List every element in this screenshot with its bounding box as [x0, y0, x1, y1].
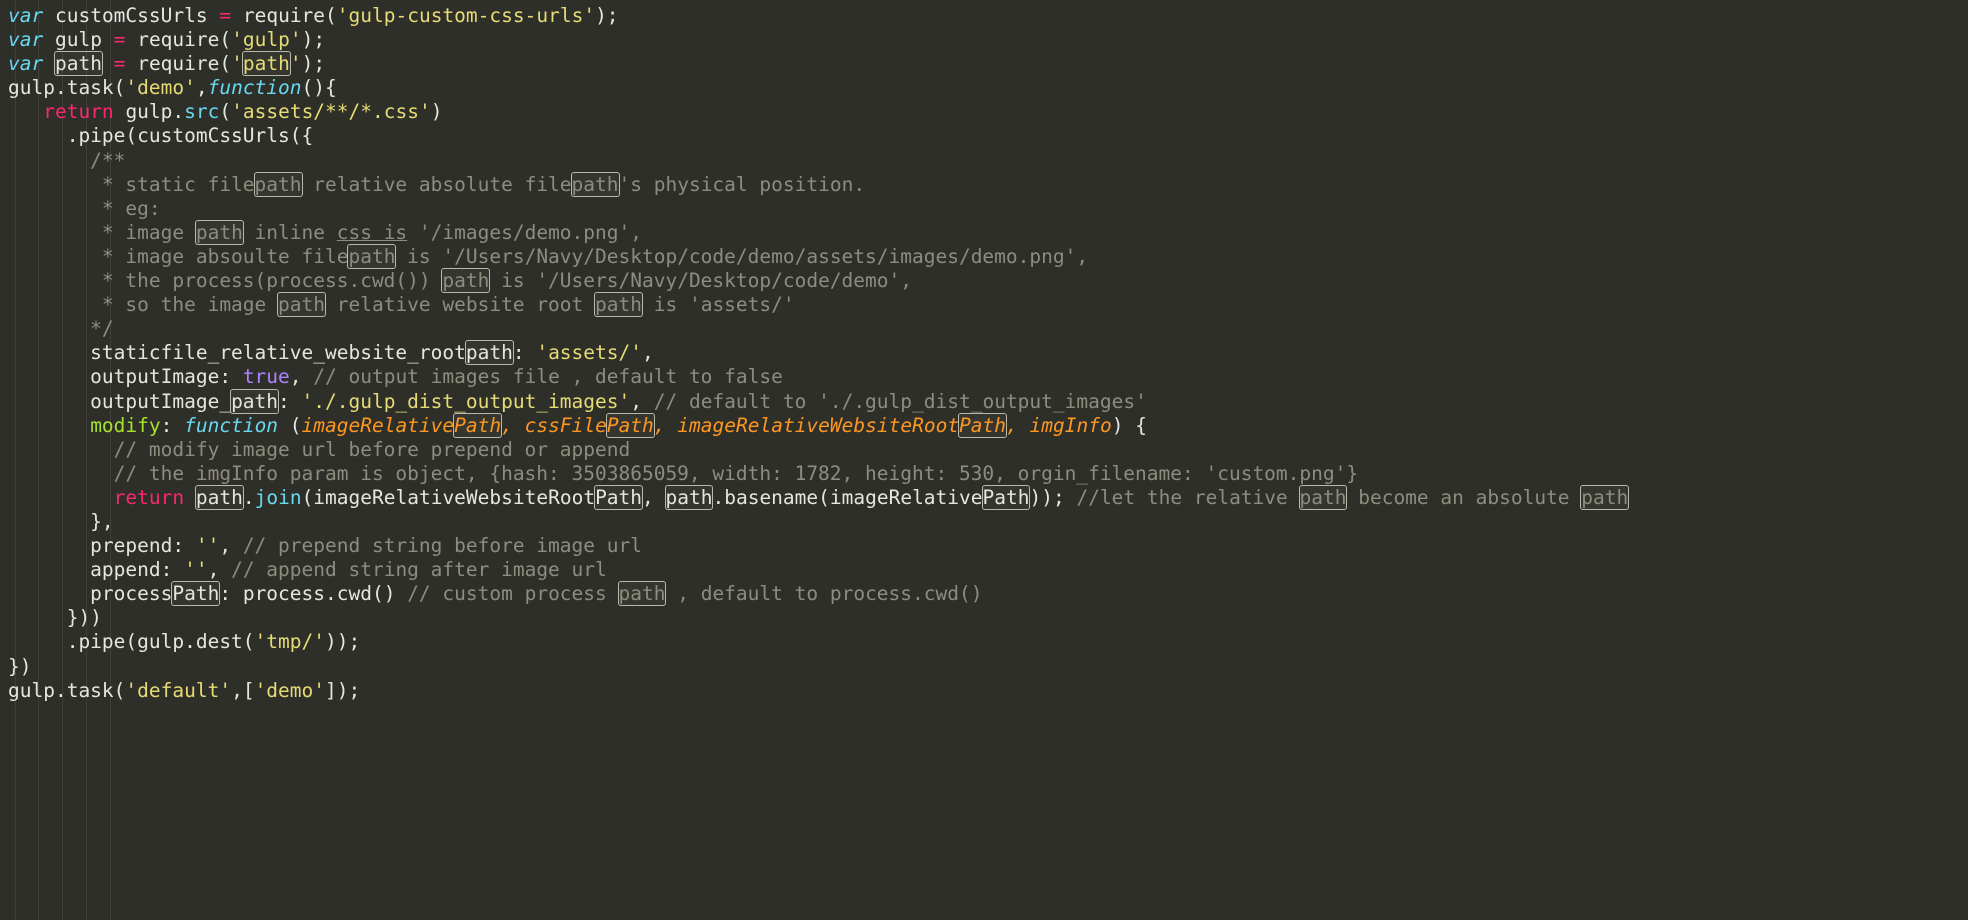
code-line[interactable]: gulp.task('default',['demo']); — [8, 679, 1968, 703]
word-occurrence-highlight: Path — [606, 413, 654, 437]
code-line[interactable]: * so the image path relative website roo… — [8, 293, 1968, 317]
code-line[interactable]: gulp.task('demo',function(){ — [8, 76, 1968, 100]
word-occurrence-highlight: path — [254, 172, 302, 196]
code-line[interactable]: prepend: '', // prepend string before im… — [8, 534, 1968, 558]
word-occurrence-highlight: path — [595, 293, 642, 317]
code-line[interactable]: }) — [8, 655, 1968, 679]
code-line[interactable]: .pipe(customCssUrls({ — [8, 124, 1968, 148]
code-line[interactable]: staticfile_relative_website_rootpath: 'a… — [8, 341, 1968, 365]
code-line[interactable]: * image path inline css is '/images/demo… — [8, 220, 1968, 245]
word-occurrence-highlight: Path — [595, 485, 643, 509]
code-line[interactable]: var gulp = require('gulp'); — [8, 28, 1968, 52]
code-line[interactable]: // modify image url before prepend or ap… — [8, 438, 1968, 462]
code-line[interactable]: outputImage_path: './.gulp_dist_output_i… — [8, 389, 1968, 414]
word-occurrence-highlight: Path — [172, 582, 220, 606]
code-line[interactable]: })) — [8, 606, 1968, 630]
word-occurrence-highlight: path — [1299, 485, 1347, 509]
code-editor-pane[interactable]: var customCssUrls = require('gulp-custom… — [0, 0, 1968, 920]
word-occurrence-highlight: path — [54, 52, 102, 76]
word-occurrence-highlight: Path — [959, 413, 1007, 437]
code-line[interactable]: * image absoulte filepath is '/Users/Nav… — [8, 244, 1968, 269]
code-line[interactable]: processPath: process.cwd() // custom pro… — [8, 582, 1968, 606]
source-code[interactable]: var customCssUrls = require('gulp-custom… — [0, 0, 1968, 703]
code-line[interactable]: return path.join(imageRelativeWebsiteRoo… — [8, 485, 1968, 510]
code-line[interactable]: */ — [8, 317, 1968, 341]
code-line[interactable]: var customCssUrls = require('gulp-custom… — [8, 4, 1968, 28]
word-occurrence-highlight: path — [618, 582, 666, 606]
word-occurrence-highlight: path — [665, 485, 713, 509]
code-line[interactable]: append: '', // append string after image… — [8, 558, 1968, 582]
word-occurrence-highlight: Path — [454, 413, 502, 437]
code-line[interactable]: * the process(process.cwd()) path is '/U… — [8, 269, 1968, 293]
code-line[interactable]: * static filepath relative absolute file… — [8, 172, 1968, 197]
word-occurrence-highlight: path — [278, 293, 325, 317]
word-occurrence-highlight: path — [348, 244, 396, 268]
word-occurrence-highlight: path — [1581, 485, 1629, 509]
word-occurrence-highlight: path — [195, 220, 243, 244]
code-line[interactable]: }, — [8, 510, 1968, 534]
word-occurrence-highlight: path — [465, 341, 513, 365]
word-occurrence-highlight: path — [442, 269, 490, 293]
code-line[interactable]: * eg: — [8, 197, 1968, 221]
code-line[interactable]: var path = require('path'); — [8, 52, 1968, 76]
word-occurrence-highlight: path — [242, 52, 290, 76]
word-occurrence-highlight: path — [571, 172, 619, 196]
code-line[interactable]: modify: function (imageRelativePath, css… — [8, 413, 1968, 438]
word-occurrence-highlight: path — [231, 389, 279, 413]
word-occurrence-highlight: Path — [982, 485, 1030, 509]
code-line[interactable]: .pipe(gulp.dest('tmp/')); — [8, 630, 1968, 654]
code-line[interactable]: outputImage: true, // output images file… — [8, 365, 1968, 389]
code-line[interactable]: // the imgInfo param is object, {hash: 3… — [8, 462, 1968, 486]
word-occurrence-highlight: path — [195, 485, 243, 509]
code-line[interactable]: return gulp.src('assets/**/*.css') — [8, 100, 1968, 124]
code-line[interactable]: /** — [8, 149, 1968, 173]
